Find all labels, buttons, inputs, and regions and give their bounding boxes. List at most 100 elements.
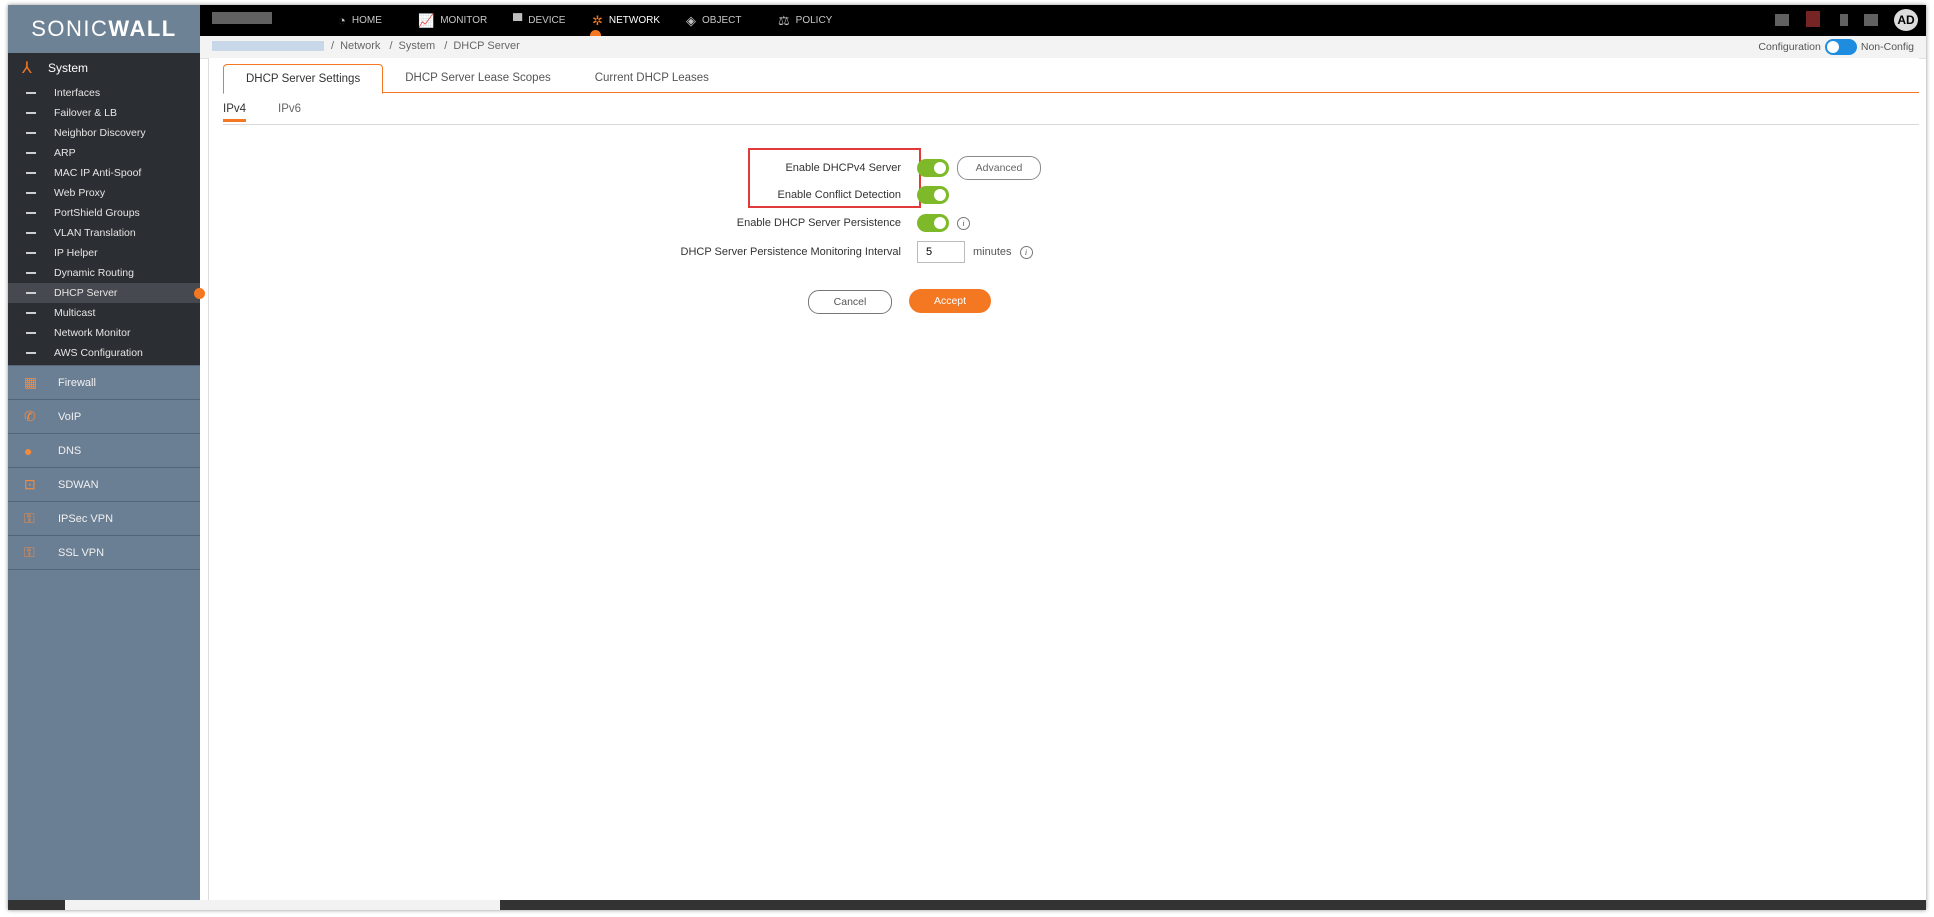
- sidebar-item-ipsec-vpn[interactable]: ⚿ IPSec VPN: [8, 501, 200, 535]
- subtab-ipv4[interactable]: IPv4: [223, 98, 247, 122]
- sidebar-item-multicast[interactable]: Multicast: [8, 303, 200, 323]
- toolbar-icon-redacted[interactable]: [1864, 14, 1878, 26]
- device-link-redacted[interactable]: [212, 41, 324, 51]
- toolbar-icon-redacted[interactable]: [1775, 14, 1789, 26]
- sidebar-item-web-proxy[interactable]: Web Proxy: [8, 183, 200, 203]
- nav-device[interactable]: ▀ DEVICE: [513, 5, 565, 36]
- logo-text-bold: WALL: [108, 16, 177, 41]
- sidebar-item-label: Web Proxy: [54, 187, 106, 199]
- nav-monitor[interactable]: 📈 MONITOR: [418, 5, 487, 36]
- sidebar-system-section: ⅄ System Interfaces Failover & LB Neighb…: [8, 53, 205, 365]
- sidebar-item-network-monitor[interactable]: Network Monitor: [8, 323, 200, 343]
- sidebar-item-label: DHCP Server: [54, 287, 118, 299]
- accept-button[interactable]: Accept: [909, 289, 991, 313]
- enable-dhcpv4-toggle[interactable]: [917, 159, 949, 177]
- persistence-label: Enable DHCP Server Persistence: [736, 217, 901, 229]
- nav-network-label: NETWORK: [608, 15, 661, 26]
- sidebar-item-voip[interactable]: ✆ VoIP: [8, 399, 200, 433]
- sidebar-item-interfaces[interactable]: Interfaces: [8, 83, 200, 103]
- globe-icon: ●: [24, 442, 33, 459]
- toolbar-icon-redacted[interactable]: [1840, 14, 1848, 26]
- monitoring-interval-input[interactable]: [917, 241, 965, 263]
- object-icon: ◈: [686, 12, 696, 28]
- dash-icon: [26, 112, 36, 114]
- dash-icon: [26, 192, 36, 194]
- device-name-redacted: [212, 12, 272, 24]
- subtab-divider: [223, 124, 1919, 125]
- sidebar-group-label: DNS: [58, 444, 82, 457]
- dash-icon: [26, 232, 36, 234]
- sidebar-item-dns[interactable]: ● DNS: [8, 433, 200, 467]
- phone-icon: ✆: [24, 408, 36, 424]
- tab-divider: [223, 92, 1919, 93]
- sidebar-item-dhcp-server[interactable]: DHCP Server: [8, 283, 205, 303]
- sidebar-group-label: Firewall: [58, 376, 96, 389]
- horizontal-scrollbar[interactable]: [8, 900, 1926, 910]
- non-config-mode-label: Non-Config: [1860, 41, 1914, 53]
- dashboard-icon: ◔: [338, 13, 346, 28]
- subtab-bar: IPv4 IPv6: [223, 98, 333, 122]
- nav-object[interactable]: ◈ OBJECT: [686, 5, 741, 36]
- vpn-icon: ⚿: [24, 510, 35, 526]
- chart-icon: 📈: [418, 12, 435, 28]
- breadcrumb-separator: /: [444, 40, 448, 52]
- sidebar-group-label: VoIP: [58, 410, 82, 423]
- sidebar-group-label: SDWAN: [58, 478, 99, 491]
- sidebar-system-header[interactable]: ⅄ System: [8, 53, 200, 83]
- tab-dhcp-server-settings[interactable]: DHCP Server Settings: [223, 64, 384, 94]
- sidebar-item-mac-ip-anti-spoof[interactable]: MAC IP Anti-Spoof: [8, 163, 200, 183]
- minutes-unit-label: minutes: [973, 246, 1012, 258]
- sidebar-item-aws-configuration[interactable]: AWS Configuration: [8, 343, 200, 363]
- info-icon[interactable]: i: [1019, 245, 1033, 259]
- top-nav-bar: ◔ HOME 📈 MONITOR ▀ DEVICE ✲ NETWORK ◈ OBJECT …: [200, 5, 1926, 36]
- sidebar-item-sdwan[interactable]: ⊡ SDWAN: [8, 467, 200, 501]
- ssl-vpn-icon: ⚿: [24, 544, 35, 560]
- sidebar-groups: ▦ Firewall ✆ VoIP ● DNS ⊡ SDWAN ⚿ IPSec VPN ⚿…: [8, 365, 200, 570]
- breadcrumb-dhcp-server: DHCP Server: [453, 40, 520, 52]
- sidebar-item-label: Neighbor Discovery: [54, 127, 146, 139]
- sidebar-item-label: AWS Configuration: [54, 347, 143, 359]
- sidebar-item-arp[interactable]: ARP: [8, 143, 200, 163]
- sidebar-item-label: IP Helper: [54, 247, 98, 259]
- toggle-knob: [1826, 41, 1839, 53]
- sidebar-item-failover[interactable]: Failover & LB: [8, 103, 200, 123]
- sidebar-item-firewall[interactable]: ▦ Firewall: [8, 365, 200, 399]
- sidebar-item-vlan-translation[interactable]: VLAN Translation: [8, 223, 200, 243]
- sidebar-item-neighbor-discovery[interactable]: Neighbor Discovery: [8, 123, 200, 143]
- sidebar-item-label: Interfaces: [54, 87, 101, 99]
- config-mode-toggle[interactable]: [1824, 39, 1857, 55]
- nav-device-label: DEVICE: [528, 15, 566, 26]
- subtab-ipv6[interactable]: IPv6: [278, 98, 301, 120]
- dash-icon: [26, 352, 36, 354]
- cancel-button[interactable]: Cancel: [808, 290, 892, 314]
- network-icon: ✲: [592, 12, 603, 28]
- sidebar-item-portshield-groups[interactable]: PortShield Groups: [8, 203, 200, 223]
- row-enable-dhcpv4: Enable DHCPv4 Server Advanced: [501, 156, 1041, 180]
- nav-home[interactable]: ◔ HOME: [338, 5, 382, 36]
- advanced-button[interactable]: Advanced: [957, 156, 1041, 180]
- sidebar-group-label: IPSec VPN: [58, 512, 114, 525]
- tab-current-dhcp-leases[interactable]: Current DHCP Leases: [573, 64, 731, 92]
- conflict-detection-toggle[interactable]: [917, 186, 949, 204]
- sidebar-item-ssl-vpn[interactable]: ⚿ SSL VPN: [8, 535, 200, 570]
- dash-icon: [26, 152, 36, 154]
- scrollbar-thumb[interactable]: [65, 900, 500, 910]
- tab-dhcp-server-lease-scopes[interactable]: DHCP Server Lease Scopes: [383, 64, 573, 92]
- sidebar-item-dynamic-routing[interactable]: Dynamic Routing: [8, 263, 200, 283]
- avatar[interactable]: AD: [1894, 9, 1918, 31]
- sidebar-system-label: System: [48, 61, 89, 75]
- logo[interactable]: SONICWALL: [8, 5, 200, 53]
- persistence-toggle[interactable]: [917, 214, 949, 232]
- notification-icon[interactable]: [1806, 11, 1820, 27]
- breadcrumb-network[interactable]: Network: [340, 40, 380, 52]
- sidebar-item-ip-helper[interactable]: IP Helper: [8, 243, 200, 263]
- breadcrumb-separator: /: [331, 40, 335, 52]
- dash-icon: [26, 312, 36, 314]
- nav-policy[interactable]: ⚖ POLICY: [778, 5, 832, 36]
- info-icon[interactable]: i: [957, 216, 970, 230]
- nav-network[interactable]: ✲ NETWORK: [592, 5, 660, 36]
- dash-icon: [26, 272, 36, 274]
- sidebar-item-label: Network Monitor: [54, 327, 131, 339]
- sidebar-group-label: SSL VPN: [58, 546, 105, 559]
- breadcrumb-system[interactable]: System: [399, 40, 436, 52]
